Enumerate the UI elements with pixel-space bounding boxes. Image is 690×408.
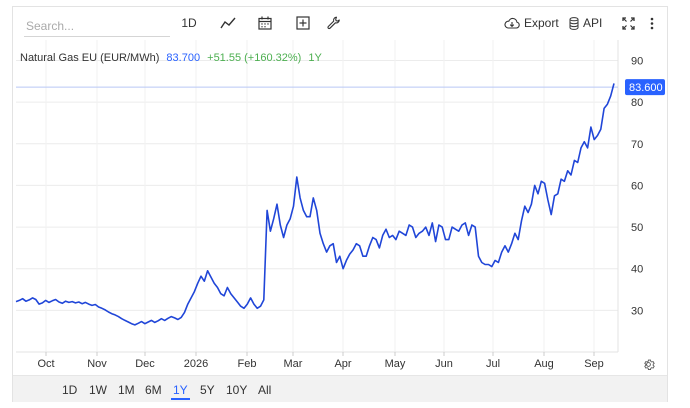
more-vertical-icon[interactable] xyxy=(646,13,658,33)
x-tick-label: Apr xyxy=(334,358,351,370)
export-label: Export xyxy=(524,16,559,30)
period-label: 1Y xyxy=(308,52,322,64)
current-price: 83.700 xyxy=(166,52,200,64)
chart-header: Natural Gas EU (EUR/MWh) 83.700 +51.55 (… xyxy=(20,52,323,64)
x-tick-label: Dec xyxy=(135,358,155,370)
cloud-download-icon xyxy=(504,17,520,29)
price-change: +51.55 (+160.32%) xyxy=(207,52,301,64)
y-tick-label: 40 xyxy=(631,264,643,276)
x-tick-label: May xyxy=(385,358,406,370)
y-tick-label: 70 xyxy=(631,139,643,151)
y-tick-label: 90 xyxy=(631,55,643,67)
x-tick-label: Jul xyxy=(486,358,500,370)
calendar-icon[interactable] xyxy=(256,13,274,33)
line-chart-icon[interactable] xyxy=(218,13,238,33)
range-button-6m[interactable]: 6M xyxy=(143,382,164,398)
x-tick-label: 2026 xyxy=(184,358,208,370)
x-tick-label: Oct xyxy=(37,358,54,370)
y-tick-label: 50 xyxy=(631,222,643,234)
interval-label: 1D xyxy=(181,16,197,30)
svg-text:83.600: 83.600 xyxy=(629,82,663,94)
database-icon xyxy=(569,16,579,30)
y-tick-label: 80 xyxy=(631,97,643,109)
range-button-all[interactable]: All xyxy=(256,382,273,398)
range-button-10y[interactable]: 10Y xyxy=(224,382,249,398)
last-value-label: 83.600 xyxy=(625,79,665,96)
series-line xyxy=(15,83,615,326)
plus-box-icon[interactable] xyxy=(294,13,312,33)
x-tick-label: Nov xyxy=(87,358,107,370)
toolbar: 1D Export API xyxy=(12,7,668,39)
export-button[interactable]: Export xyxy=(504,13,562,33)
price-chart[interactable]: 30 40 50 60 70 80 90 Oct Nov Dec 2026 Feb Mar Apr May… xyxy=(12,40,668,374)
x-axis: Oct Nov Dec 2026 Feb Mar Apr May Jun Jul Aug Sep xyxy=(16,351,618,370)
range-button-1y[interactable]: 1Y xyxy=(171,382,190,400)
y-tick-label: 60 xyxy=(631,180,643,192)
x-tick-label: Aug xyxy=(534,358,554,370)
api-label: API xyxy=(583,16,603,30)
interval-button[interactable]: 1D xyxy=(178,13,200,33)
range-button-5y[interactable]: 5Y xyxy=(198,382,217,398)
wrench-icon[interactable] xyxy=(325,13,343,33)
search-input[interactable] xyxy=(24,15,170,37)
x-tick-label: Mar xyxy=(284,358,303,370)
range-button-1w[interactable]: 1W xyxy=(87,382,109,398)
y-tick-label: 30 xyxy=(631,305,643,317)
fullscreen-icon[interactable] xyxy=(619,13,637,33)
x-tick-label: Sep xyxy=(584,358,604,370)
x-tick-label: Jun xyxy=(435,358,453,370)
instrument-name: Natural Gas EU (EUR/MWh) xyxy=(20,52,159,64)
x-tick-label: Feb xyxy=(238,358,257,370)
range-selector: 1D 1W 1M 6M 1Y 5Y 10Y All xyxy=(13,375,667,402)
range-button-1m[interactable]: 1M xyxy=(116,382,137,398)
range-button-1d[interactable]: 1D xyxy=(60,382,79,398)
api-button[interactable]: API xyxy=(569,13,605,33)
settings-gear-icon[interactable] xyxy=(642,358,655,376)
chart-area[interactable]: 30 40 50 60 70 80 90 Oct Nov Dec 2026 Feb Mar Apr May… xyxy=(12,40,668,374)
